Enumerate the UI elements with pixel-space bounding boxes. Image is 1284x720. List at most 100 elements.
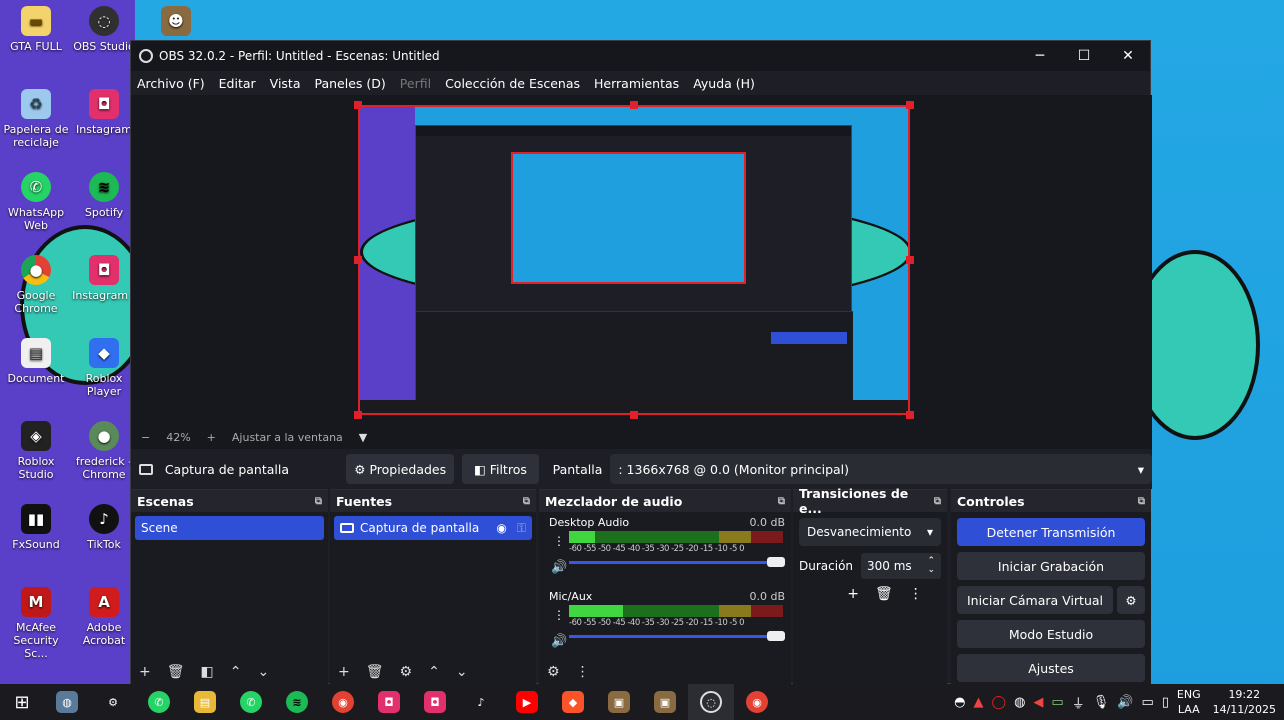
menu-archivo[interactable]: Archivo (F): [137, 76, 205, 91]
menu-paneles[interactable]: Paneles (D): [315, 76, 386, 91]
battery-icon[interactable]: ▯: [1162, 695, 1169, 710]
resize-handle[interactable]: [354, 411, 362, 419]
taskbar-spotify[interactable]: ≋: [274, 684, 320, 720]
maximize-button[interactable]: ☐: [1062, 41, 1106, 71]
transition-select[interactable]: Desvanecimiento ▾: [799, 518, 941, 546]
trash-icon[interactable]: 🗑: [167, 664, 185, 680]
start-recording-button[interactable]: Iniciar Grabación: [957, 552, 1145, 580]
taskbar-photo[interactable]: ▣: [596, 684, 642, 720]
volume-slider[interactable]: [569, 631, 785, 641]
taskbar-brave[interactable]: ◆: [550, 684, 596, 720]
trash-icon[interactable]: 🗑: [875, 586, 893, 602]
taskbar-instagram-2[interactable]: ◘: [412, 684, 458, 720]
taskbar-youtube[interactable]: ▶: [504, 684, 550, 720]
microphone-icon[interactable]: 🎙: [1093, 695, 1110, 710]
clock[interactable]: 19:22 14/11/2025: [1213, 687, 1276, 717]
close-button[interactable]: ✕: [1106, 41, 1150, 71]
add-icon[interactable]: +: [847, 586, 859, 602]
opera-icon[interactable]: ◯: [992, 695, 1007, 710]
virtual-camera-button[interactable]: Iniciar Cámara Virtual: [957, 586, 1113, 614]
desktop-icon-document[interactable]: ▤ Document: [0, 338, 72, 385]
more-options-icon[interactable]: ⋮: [553, 608, 565, 622]
slider-handle[interactable]: [767, 631, 785, 641]
network-icon[interactable]: ▭: [1141, 695, 1153, 710]
trash-icon[interactable]: 🗑: [366, 664, 384, 680]
virtual-camera-settings-button[interactable]: ⚙: [1117, 586, 1145, 614]
tray-app-icon[interactable]: ▭: [1051, 695, 1063, 710]
tray-app-icon[interactable]: ▲: [974, 695, 984, 710]
more-options-icon[interactable]: ⋮: [553, 534, 565, 548]
start-button[interactable]: ⊞: [0, 684, 44, 720]
undock-icon[interactable]: ⧉: [778, 496, 785, 507]
discord-icon[interactable]: ◓: [954, 695, 965, 710]
taskbar-chrome-2[interactable]: ◉: [734, 684, 780, 720]
lock-icon[interactable]: ⚿: [517, 521, 526, 536]
menu-perfil[interactable]: Perfil: [400, 76, 431, 91]
gear-icon[interactable]: ⚙: [547, 664, 560, 680]
resize-handle[interactable]: [630, 411, 638, 419]
desktop-icon-gta-full[interactable]: ▬ GTA FULL: [0, 6, 72, 53]
speaker-icon[interactable]: 🔊: [551, 560, 567, 575]
volume-icon[interactable]: 🔊: [1117, 695, 1133, 710]
fit-window-button[interactable]: Ajustar a la ventana: [232, 431, 343, 444]
filters-button[interactable]: ◧ Filtros: [462, 454, 539, 484]
stop-stream-button[interactable]: Detener Transmisión: [957, 518, 1145, 546]
minimize-button[interactable]: ─: [1018, 41, 1062, 71]
add-icon[interactable]: +: [139, 664, 151, 680]
zoom-out-button[interactable]: −: [141, 431, 150, 444]
desktop-icon-roblox-studio[interactable]: ◈ Roblox Studio: [0, 421, 72, 481]
taskbar-copilot[interactable]: ◍: [44, 684, 90, 720]
taskbar-tiktok[interactable]: ♪: [458, 684, 504, 720]
taskbar-chrome[interactable]: ◉: [320, 684, 366, 720]
duration-spinbox[interactable]: 300 ms ⌃ ⌄: [861, 553, 941, 579]
resize-handle[interactable]: [354, 256, 362, 264]
desktop-icon-fxsound[interactable]: ▮▮ FxSound: [0, 504, 72, 551]
resize-handle[interactable]: [906, 101, 914, 109]
settings-button[interactable]: Ajustes: [957, 654, 1145, 682]
resize-handle[interactable]: [354, 101, 362, 109]
menu-coleccion-escenas[interactable]: Colección de Escenas: [445, 76, 580, 91]
chevron-up-icon[interactable]: ⌃: [428, 664, 440, 680]
taskbar-photo-2[interactable]: ▣: [642, 684, 688, 720]
undock-icon[interactable]: ⧉: [934, 496, 941, 507]
undock-icon[interactable]: ⧉: [523, 496, 530, 507]
desktop-icon-mcafee[interactable]: M McAfee Security Sc...: [0, 587, 72, 660]
properties-button[interactable]: ⚙ Propiedades: [346, 454, 455, 484]
add-icon[interactable]: +: [338, 664, 350, 680]
taskbar-whatsapp[interactable]: ✆: [136, 684, 182, 720]
taskbar-obs[interactable]: ◌: [688, 684, 734, 720]
spin-arrows-icon[interactable]: ⌃ ⌄: [927, 557, 935, 575]
desktop-icon-photo[interactable]: ☻: [140, 6, 212, 40]
preview-area[interactable]: [131, 95, 1152, 425]
resize-handle[interactable]: [630, 101, 638, 109]
volume-slider[interactable]: [569, 557, 785, 567]
menu-editar[interactable]: Editar: [219, 76, 256, 91]
taskbar-file-explorer[interactable]: ▤: [182, 684, 228, 720]
scene-item[interactable]: Scene: [135, 516, 324, 540]
studio-mode-button[interactable]: Modo Estudio: [957, 620, 1145, 648]
menu-ayuda[interactable]: Ayuda (H): [693, 76, 755, 91]
eye-icon[interactable]: ◉: [496, 521, 506, 535]
zoom-dropdown-icon[interactable]: ▼: [359, 431, 367, 444]
taskbar-whatsapp-2[interactable]: ✆: [228, 684, 274, 720]
taskbar-instagram[interactable]: ◘: [366, 684, 412, 720]
resize-handle[interactable]: [906, 411, 914, 419]
chevron-up-icon[interactable]: ⌃: [230, 664, 242, 680]
usb-icon[interactable]: ⏚: [1072, 693, 1085, 712]
menu-vista[interactable]: Vista: [270, 76, 301, 91]
language-indicator[interactable]: ENG LAA: [1177, 687, 1201, 717]
desktop-icon-recycle-bin[interactable]: ♻ Papelera de reciclaje: [0, 89, 72, 149]
speaker-icon[interactable]: 🔊: [551, 634, 567, 649]
slider-handle[interactable]: [767, 557, 785, 567]
tray-arrow-icon[interactable]: ◀: [1033, 695, 1043, 710]
more-options-icon[interactable]: ⋮: [909, 586, 923, 602]
desktop-icon-whatsapp-web[interactable]: ✆ WhatsApp Web: [0, 172, 72, 232]
menu-herramientas[interactable]: Herramientas: [594, 76, 679, 91]
display-select[interactable]: : 1366x768 @ 0.0 (Monitor principal) ▾: [610, 454, 1153, 484]
chevron-down-icon[interactable]: ⌄: [456, 664, 468, 680]
xbox-icon[interactable]: ◍: [1014, 695, 1025, 710]
taskbar-settings[interactable]: ⚙: [90, 684, 136, 720]
chevron-down-icon[interactable]: ⌄: [257, 664, 269, 680]
resize-handle[interactable]: [906, 256, 914, 264]
preview-canvas[interactable]: [358, 105, 910, 415]
